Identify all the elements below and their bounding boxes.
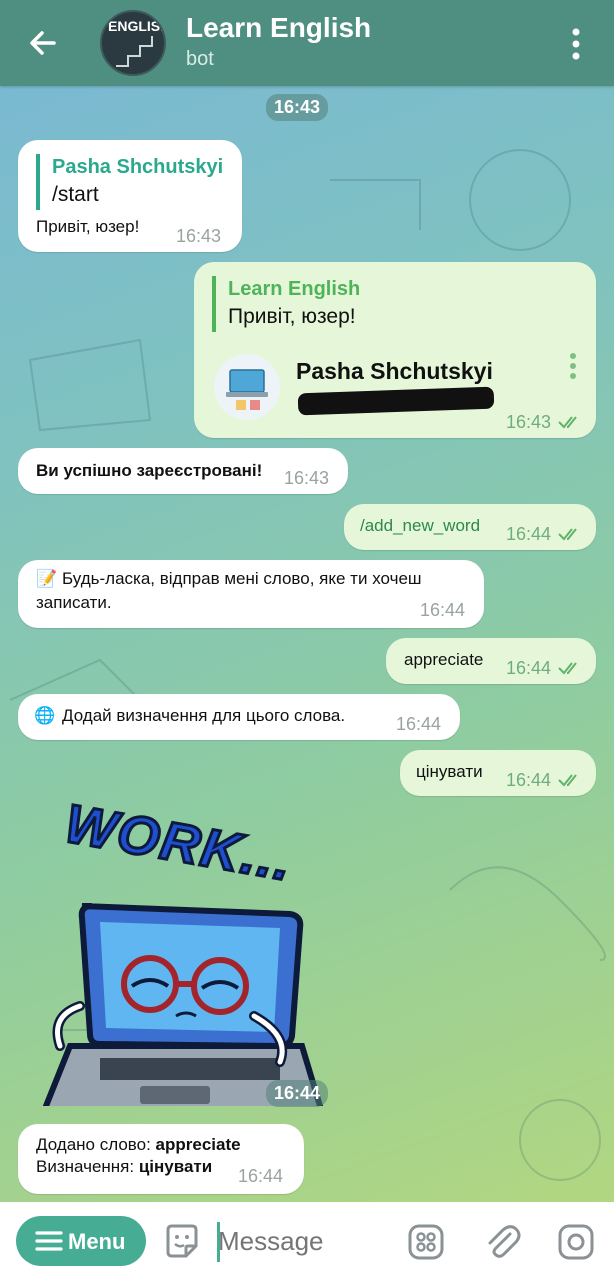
camera-icon [558,1224,594,1260]
menu-button-label: Menu [68,1229,126,1254]
message-time: 16:44 [506,770,552,790]
quote-author: Learn English [228,278,361,300]
message-time: 16:44 [506,524,552,544]
message-text-line1: Будь-ласка, відправ мені слово, яке ти х… [62,569,422,588]
message-bubble[interactable]: цінувати 16:44 [400,750,596,796]
added-word-label: Додано слово: [36,1135,156,1154]
reply-quote[interactable]: Learn English Привіт, юзер! [212,276,360,332]
message-bubble[interactable]: Learn English Привіт, юзер! Pasha Shchut… [194,262,596,438]
date-pill: 16:43 [266,94,329,121]
message-text-line2: записати. [36,593,112,612]
redacted-phone [297,386,495,416]
message-text: Додай визначення для цього слова. [62,706,346,725]
attach-button[interactable] [482,1222,522,1262]
sticker-button[interactable] [162,1222,202,1262]
message-composer: Menu [0,1202,614,1280]
contact-name: Pasha Shchutskyi [296,358,493,384]
double-check-icon [558,528,577,541]
laptop-icon [226,369,268,410]
menu-button[interactable]: Menu [16,1216,146,1266]
message-input[interactable] [218,1220,388,1262]
memo-emoji: 📝 [36,569,58,588]
message-time: 16:43 [506,412,552,432]
back-arrow-icon [30,31,56,55]
message-time: 16:44 [420,600,466,620]
message-text: Привіт, юзер! [36,217,140,236]
message-time: 16:43 [284,468,330,488]
more-vert-icon [572,28,580,60]
message-bubble[interactable]: /add_new_word 16:44 [344,504,596,550]
message-bubble[interactable]: Додано слово: appreciate Визначення: цін… [18,1124,304,1194]
chat-title[interactable]: Learn English [186,12,371,44]
message-text: Ви успішно зареєстровані! [36,461,263,480]
message-bubble[interactable]: Ви успішно зареєстровані! 16:43 [18,448,348,494]
sticker-time: 16:44 [266,1080,329,1107]
message-time: 16:43 [176,226,222,246]
definition-value: цінувати [138,1157,213,1176]
message-bubble[interactable]: 📝 Будь-ласка, відправ мені слово, яке ти… [18,560,484,628]
double-check-icon [558,416,577,429]
laptop-sticker [42,903,324,1106]
quote-author: Pasha Shchutskyi [52,156,224,178]
contact-avatar [214,354,280,420]
message-time: 16:44 [506,658,552,678]
apps-icon [408,1224,444,1260]
message-bubble[interactable]: 🌐 Додай визначення для цього слова. 16:4… [18,694,460,740]
sticker-icon [166,1224,198,1258]
command-link[interactable]: /add_new_word [360,513,480,539]
sticker-message[interactable]: WORK... 16:44 [40,792,330,1107]
contact-card[interactable]: Pasha Shchutskyi [214,352,584,420]
added-word-value: appreciate [155,1135,241,1154]
contact-menu-button[interactable] [566,352,580,382]
message-text: appreciate [404,650,484,669]
reply-quote[interactable]: Pasha Shchutskyi /start [36,154,223,210]
staircase-icon [116,36,153,67]
double-check-icon [558,774,577,787]
camera-button[interactable] [556,1222,596,1262]
chat-subtitle: bot [186,48,214,70]
quote-text: Привіт, юзер! [228,305,356,328]
more-menu-button[interactable] [562,26,590,62]
definition-line: Визначення: цінувати [36,1154,212,1180]
back-button[interactable] [22,22,64,64]
definition-label: Визначення: [36,1157,139,1176]
quote-text: /start [52,183,99,206]
chat-header: ENGLISH Learn English bot [0,0,614,86]
globe-emoji: 🌐 [34,706,56,725]
apps-button[interactable] [406,1222,446,1262]
message-bubble[interactable]: appreciate 16:44 [386,638,596,684]
message-time: 16:44 [396,714,442,734]
message-text: цінувати [416,762,483,781]
hamburger-icon [35,1231,63,1251]
avatar[interactable]: ENGLISH [100,10,166,76]
double-check-icon [558,662,577,675]
attach-icon [488,1225,521,1258]
more-vert-icon [570,353,576,379]
message-time: 16:44 [238,1166,284,1186]
message-bubble[interactable]: Pasha Shchutskyi /start Привіт, юзер! 16… [18,140,242,252]
